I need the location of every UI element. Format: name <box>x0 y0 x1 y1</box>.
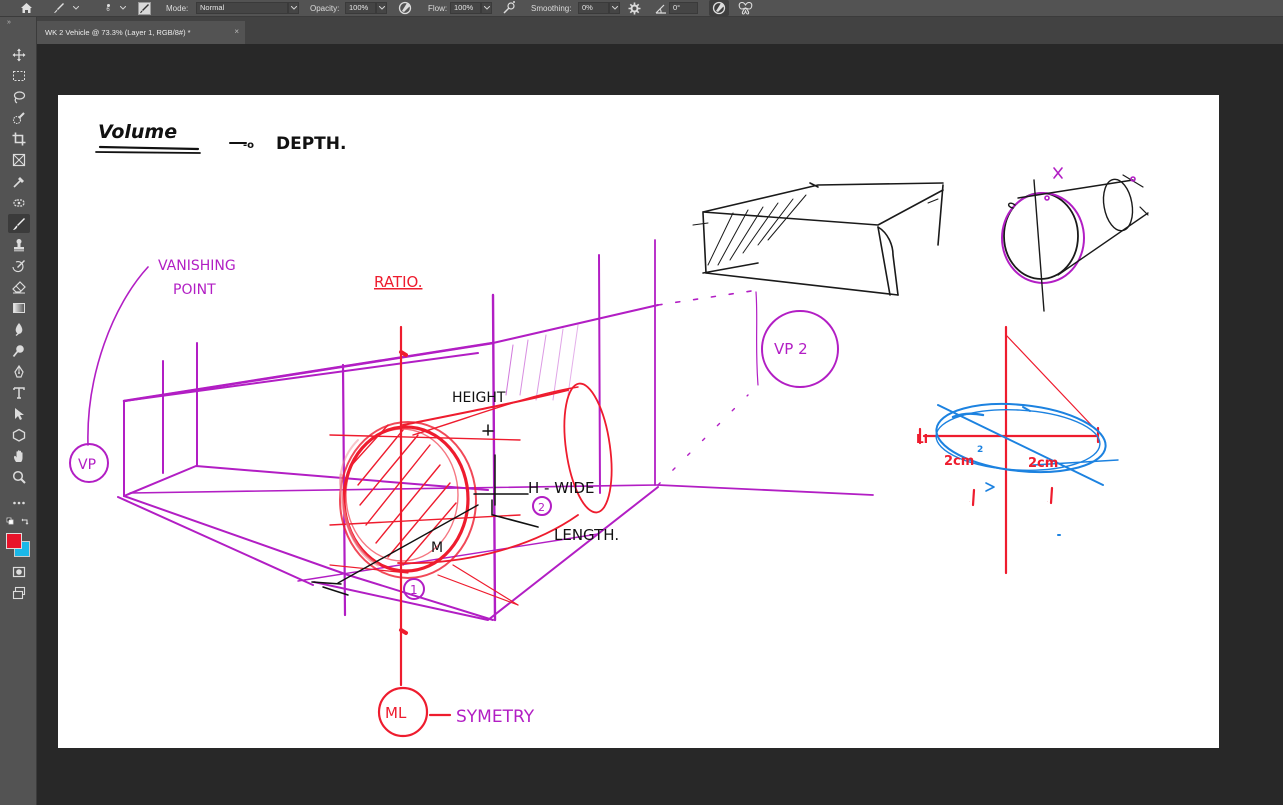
document-tab-title: WK 2 Vehicle @ 73.3% (Layer 1, RGB/8#) * <box>45 28 191 37</box>
foreground-color-swatch[interactable] <box>6 533 22 549</box>
flow-label: Flow: <box>428 3 448 13</box>
title-volume-label: Volume <box>98 121 177 143</box>
eraser-tool-icon[interactable] <box>8 277 30 296</box>
h-wide-label: H - WIDE <box>528 479 595 497</box>
document-tab-bar: WK 2 Vehicle @ 73.3% (Layer 1, RGB/8#) *… <box>37 17 1283 44</box>
brush-preset-icon[interactable] <box>50 0 68 16</box>
dodge-tool-icon[interactable] <box>8 341 30 360</box>
type-tool-icon[interactable] <box>8 383 30 402</box>
mode-label: Mode: <box>166 3 189 13</box>
airbrush-icon[interactable] <box>500 0 518 16</box>
cylinder-x-label: x <box>1052 176 1053 178</box>
length-label: LENGTH. <box>554 526 619 544</box>
brush-settings-icon[interactable] <box>137 0 152 16</box>
smoothing-label: Smoothing: <box>531 3 572 13</box>
document-tab[interactable]: WK 2 Vehicle @ 73.3% (Layer 1, RGB/8#) *… <box>37 21 245 44</box>
shape-tool-icon[interactable] <box>8 425 30 444</box>
more-tools-icon[interactable] <box>8 493 30 512</box>
vp-label: VP <box>78 457 96 473</box>
ratio-label: RATIO. <box>374 273 422 291</box>
zoom-tool-icon[interactable] <box>8 467 30 486</box>
brush-size-picker[interactable]: 6 <box>100 0 116 16</box>
opacity-label: Opacity: <box>310 3 340 13</box>
document-canvas[interactable]: Volume -o DEPTH. VANISHING POINT VP RATI… <box>58 95 1219 748</box>
symmetry-label: SYMETRY <box>456 707 535 727</box>
wide-marker-label: 2 <box>538 501 545 514</box>
m-label: M <box>431 540 443 556</box>
small-cylinder-sketch <box>1001 167 1149 312</box>
vp2-label: VP 2 <box>774 340 808 358</box>
ellipse-2-small-label: 2 <box>977 445 983 455</box>
flow-field[interactable]: 100% <box>450 0 493 16</box>
height-label: HEIGHT <box>452 390 506 406</box>
eyedropper-tool-icon[interactable] <box>8 172 30 191</box>
pressure-size-icon[interactable] <box>709 0 729 16</box>
chevron-down-icon <box>288 2 299 14</box>
ellipse-construction <box>918 325 1119 575</box>
angle-field[interactable]: 0° <box>669 0 699 16</box>
screen-mode-icon[interactable] <box>8 583 30 602</box>
collapse-panel-button[interactable]: » <box>7 19 11 26</box>
mode-select[interactable]: Normal <box>196 0 299 16</box>
home-icon[interactable] <box>16 0 36 16</box>
ellipse-2cm-right-label: 2cm <box>1028 456 1058 471</box>
title-arrow-label: -o <box>243 140 254 151</box>
hand-tool-icon[interactable] <box>8 446 30 465</box>
options-bar: 6 Mode: Normal Opacity: 100% Flow: 100% … <box>0 0 1283 17</box>
chevron-down-icon <box>481 2 492 14</box>
black-box-sketch <box>692 182 944 296</box>
vanishing-point-marker <box>69 266 149 483</box>
symmetry-butterfly-icon[interactable] <box>736 0 754 16</box>
quick-mask-icon[interactable] <box>8 562 30 581</box>
marquee-tool-icon[interactable] <box>8 66 30 85</box>
chevron-down-icon <box>609 2 620 14</box>
vanishing-point-label: VANISHING POINT <box>158 258 240 298</box>
pressure-opacity-icon[interactable] <box>396 0 414 16</box>
title-depth-label: DEPTH. <box>276 134 346 154</box>
blur-tool-icon[interactable] <box>8 319 30 338</box>
title-underline <box>95 145 201 154</box>
perspective-box <box>117 239 874 622</box>
spot-heal-tool-icon[interactable] <box>8 193 30 212</box>
ellipse-1-left-label: 1 <box>969 501 970 503</box>
crop-tool-icon[interactable] <box>8 129 30 148</box>
middle-line <box>377 325 452 738</box>
opacity-field[interactable]: 100% <box>345 0 388 16</box>
gear-icon[interactable] <box>626 0 642 16</box>
ellipse-2cm-left-label: 2cm <box>944 454 974 469</box>
path-selection-tool-icon[interactable] <box>8 404 30 423</box>
chevron-down-icon[interactable] <box>72 0 80 16</box>
tools-panel: » <box>0 17 37 805</box>
point-one-label: 1 <box>410 583 418 597</box>
chevron-down-icon[interactable] <box>119 0 127 16</box>
pen-tool-icon[interactable] <box>8 362 30 381</box>
move-tool-icon[interactable] <box>8 45 30 64</box>
history-brush-tool-icon[interactable] <box>8 256 30 275</box>
close-icon[interactable]: × <box>234 27 239 36</box>
ellipse-left-mark-label: LI <box>916 432 928 446</box>
chevron-down-icon <box>376 2 387 14</box>
gradient-tool-icon[interactable] <box>8 298 30 317</box>
lasso-tool-icon[interactable] <box>8 87 30 106</box>
quick-select-tool-icon[interactable] <box>8 108 30 127</box>
smoothing-field[interactable]: 0% <box>578 0 621 16</box>
frame-tool-icon[interactable] <box>8 150 30 169</box>
sketch-artwork: Volume -o DEPTH. VANISHING POINT VP RATI… <box>69 121 1149 738</box>
brush-size-value: 6 <box>106 6 110 13</box>
default-colors-icon[interactable] <box>6 517 32 527</box>
angle-icon <box>654 0 668 16</box>
ml-label: ML <box>385 704 407 722</box>
brush-tool-icon[interactable] <box>8 214 30 233</box>
clone-stamp-tool-icon[interactable] <box>8 235 30 254</box>
ellipse-1-right-label: 1 <box>1047 501 1048 503</box>
